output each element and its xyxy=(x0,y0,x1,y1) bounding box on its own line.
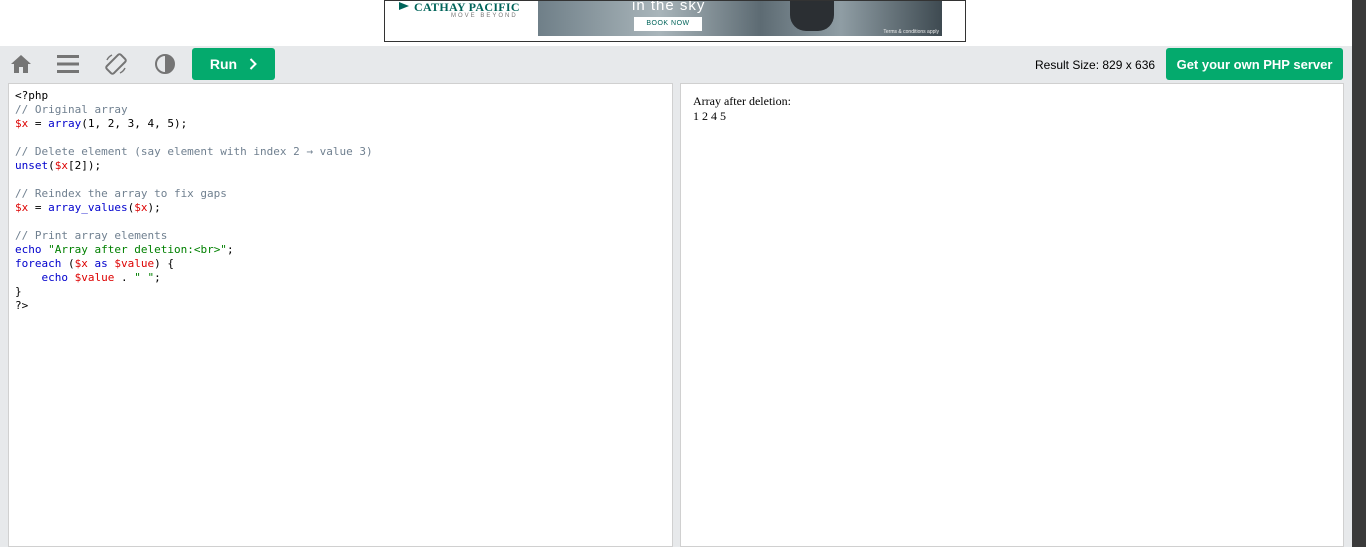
code-line: unset($x[2]); xyxy=(15,159,102,172)
ad-headline: in the sky xyxy=(632,0,706,14)
rotate-icon[interactable] xyxy=(103,52,129,76)
code-line: foreach ($x as $value) { xyxy=(15,257,174,270)
scrollbar[interactable] xyxy=(1352,0,1366,547)
toolbar: Run Result Size: 829 x 636 Get your own … xyxy=(0,46,1352,82)
result-output: Array after deletion: 1 2 4 5 xyxy=(693,94,791,124)
ad-book-now-button[interactable]: BOOK NOW xyxy=(634,17,702,31)
code-line: // Print array elements xyxy=(15,229,168,242)
code-line: <?php xyxy=(15,89,49,102)
code-content[interactable]: <?php// Original array $x = array(1, 2, 3… xyxy=(15,89,373,313)
code-line: echo $value . " "; xyxy=(41,271,161,284)
result-size-label: Result Size: 829 x 636 xyxy=(1035,58,1156,72)
ad-banner[interactable]: CATHAY PACIFIC MOVE BEYOND in the sky BO… xyxy=(384,0,966,42)
get-php-server-button[interactable]: Get your own PHP server xyxy=(1166,48,1343,80)
home-icon[interactable] xyxy=(8,52,34,76)
ad-person-image xyxy=(790,1,834,31)
code-line: $x = array(1, 2, 3, 4, 5); xyxy=(15,117,188,130)
code-line: // Delete element (say element with inde… xyxy=(15,145,373,158)
result-line-heading: Array after deletion: xyxy=(693,94,791,108)
code-line: // Original array xyxy=(15,103,128,116)
ad-tagline: MOVE BEYOND xyxy=(451,13,518,19)
chevron-right-icon xyxy=(249,58,258,70)
result-panel: Array after deletion: 1 2 4 5 xyxy=(680,83,1344,547)
ad-image: in the sky BOOK NOW Terms & conditions a… xyxy=(538,1,942,36)
code-editor[interactable]: <?php// Original array $x = array(1, 2, 3… xyxy=(8,83,673,547)
menu-icon[interactable] xyxy=(55,52,81,76)
code-line: echo "Array after deletion:<br>"; xyxy=(15,243,234,256)
code-line: ?> xyxy=(15,299,29,312)
run-button[interactable]: Run xyxy=(192,48,275,80)
code-line: // Reindex the array to fix gaps xyxy=(15,187,227,200)
code-line: } xyxy=(15,285,22,298)
ad-brand-text: CATHAY PACIFIC xyxy=(414,0,520,14)
contrast-icon[interactable] xyxy=(152,52,178,76)
code-line: $x = array_values($x); xyxy=(15,201,161,214)
result-line-values: 1 2 4 5 xyxy=(693,109,726,123)
run-button-label: Run xyxy=(209,56,238,72)
ad-terms: Terms & conditions apply xyxy=(883,29,939,35)
